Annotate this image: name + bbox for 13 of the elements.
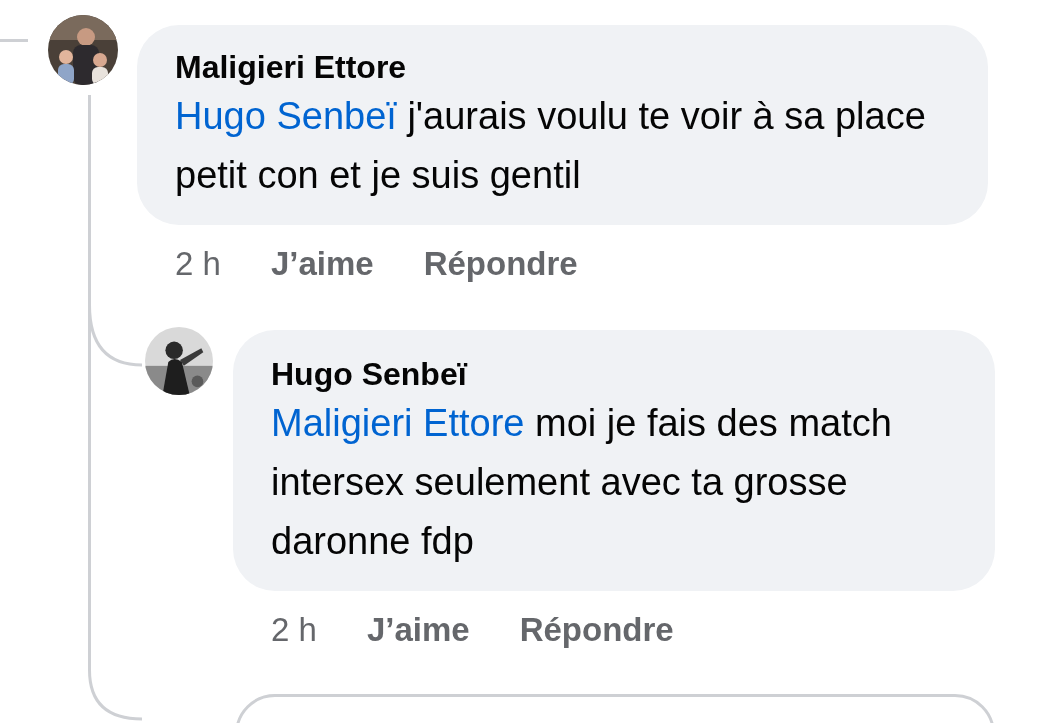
like-link[interactable]: J’aime — [270, 243, 374, 285]
comment-text: Maligieri Ettore moi je fais des match intersex seulement avec ta grosse daronne fdp — [271, 401, 893, 564]
reply-link[interactable]: Répondre — [519, 609, 674, 651]
like-link[interactable]: J’aime — [366, 609, 470, 651]
timestamp: 2 h — [271, 610, 317, 650]
mention-link[interactable]: Hugo Senbeï — [175, 95, 397, 137]
author-name: Hugo Senbeï — [271, 355, 469, 394]
thread-line — [0, 39, 28, 42]
timestamp: 2 h — [175, 244, 221, 284]
mention-link[interactable]: Maligieri Ettore — [271, 402, 525, 444]
author-name: Maligieri Ettore — [175, 48, 408, 87]
comment-text: Hugo Senbeï j'aurais voulu te voir à sa place petit con et je suis gentil — [175, 94, 927, 198]
reply-link[interactable]: Répondre — [423, 243, 578, 285]
